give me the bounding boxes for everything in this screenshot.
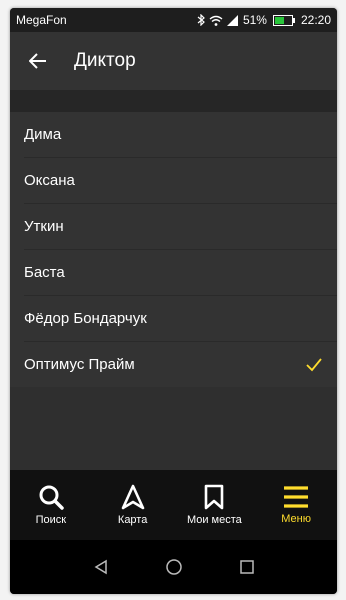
carrier-name: MegaFon [16, 13, 67, 27]
back-triangle-icon[interactable] [93, 559, 109, 575]
voice-item-utkin[interactable]: Уткин [24, 204, 337, 250]
bluetooth-icon [197, 14, 205, 26]
voice-item-oksana[interactable]: Оксана [24, 158, 337, 204]
status-bar: MegaFon 51% 22:20 [10, 8, 337, 32]
system-navigation-bar [10, 540, 337, 594]
voice-label: Баста [24, 264, 65, 281]
voice-label: Дима [24, 126, 62, 143]
clock: 22:20 [300, 13, 331, 27]
battery-icon [272, 14, 295, 26]
voice-item-basta[interactable]: Баста [24, 250, 337, 296]
nav-menu[interactable]: Меню [255, 470, 337, 540]
nav-label: Поиск [35, 514, 67, 526]
back-arrow-icon [29, 53, 46, 69]
battery-percent: 51% [242, 13, 267, 27]
status-icons: 51% 22:20 [197, 13, 331, 27]
back-button[interactable] [10, 32, 66, 90]
nav-label: Карта [117, 514, 148, 526]
voice-list: Дима Оксана Уткин Баста Фёдор Бондарчук … [10, 112, 337, 387]
nav-label: Меню [281, 513, 311, 525]
section-spacer [10, 90, 337, 112]
signal-icon [226, 14, 238, 26]
voice-label: Оксана [24, 172, 75, 189]
menu-icon [284, 486, 309, 508]
nav-label: Мои места [186, 514, 242, 526]
voice-label: Уткин [24, 218, 64, 235]
bookmark-icon [205, 484, 224, 510]
voice-label: Фёдор Бондарчук [24, 310, 147, 327]
home-circle-icon[interactable] [165, 558, 183, 576]
voice-label: Оптимус Прайм [24, 356, 135, 373]
voice-item-bondarchuk[interactable]: Фёдор Бондарчук [24, 296, 337, 342]
voice-item-dima[interactable]: Дима [24, 112, 337, 158]
nav-map[interactable]: Карта [92, 470, 174, 540]
wifi-icon [209, 15, 223, 26]
checkmark-icon [306, 357, 322, 371]
phone-screen: MegaFon 51% 22:20 Диктор Дима Оксана Утк… [10, 8, 337, 594]
search-icon [39, 485, 64, 510]
page-title: Диктор [74, 50, 136, 71]
app-bar: Диктор [10, 32, 337, 90]
nav-search[interactable]: Поиск [10, 470, 92, 540]
recents-square-icon[interactable] [239, 559, 255, 575]
navigation-arrow-icon [121, 484, 144, 510]
nav-my-places[interactable]: Мои места [174, 470, 256, 540]
bottom-navigation: Поиск Карта Мои места Меню [10, 470, 337, 540]
voice-item-optimus-prime[interactable]: Оптимус Прайм [24, 342, 337, 387]
